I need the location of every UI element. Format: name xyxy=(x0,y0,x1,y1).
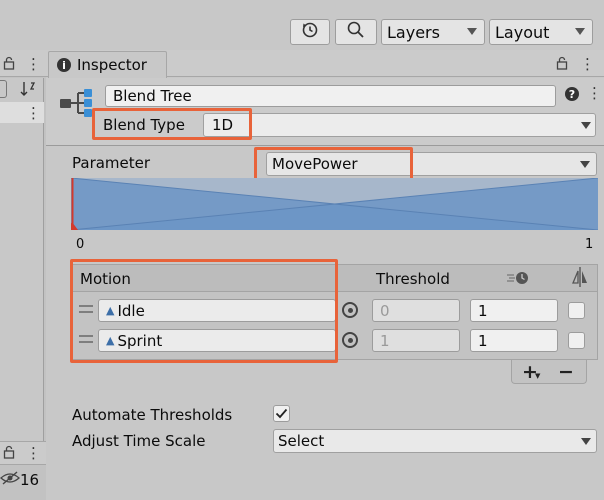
help-icon[interactable]: ? xyxy=(564,86,580,106)
motion-highlight xyxy=(70,259,338,363)
col-threshold-header: Threshold xyxy=(376,270,450,288)
menu-kebab-icon[interactable]: ⋮ xyxy=(580,55,595,73)
threshold-field[interactable]: 0 xyxy=(372,299,460,322)
remove-motion-button[interactable]: − xyxy=(558,361,574,383)
component-menu-icon[interactable]: ⋮ xyxy=(587,84,602,102)
left-panel-content xyxy=(0,78,44,448)
time-scale-field[interactable]: 1 xyxy=(470,299,558,322)
lock-icon[interactable] xyxy=(3,56,15,74)
blend-graph[interactable] xyxy=(71,178,598,230)
chevron-down-icon xyxy=(580,161,590,168)
threshold-field[interactable]: 1 xyxy=(372,329,460,352)
search-button[interactable] xyxy=(335,19,377,45)
lock-icon[interactable] xyxy=(3,445,15,463)
time-scale-icon xyxy=(506,268,532,292)
eye-hidden-icon xyxy=(0,470,20,490)
chevron-down-icon: ▼ xyxy=(535,372,541,380)
layers-dropdown[interactable]: Layers xyxy=(381,19,485,45)
collapse-handle[interactable] xyxy=(0,80,7,98)
blend-type-value: 1D xyxy=(212,116,234,134)
blend-tree-icon xyxy=(58,86,94,124)
layers-dropdown-label: Layers xyxy=(387,22,440,42)
history-icon xyxy=(301,21,319,43)
threshold-value: 0 xyxy=(380,301,390,320)
time-scale-value: 1 xyxy=(478,331,488,350)
svg-text:?: ? xyxy=(569,88,575,101)
tab-inspector-label: Inspector xyxy=(77,56,147,74)
adjust-time-scale-label: Adjust Time Scale xyxy=(72,432,206,450)
mirror-checkbox[interactable] xyxy=(568,332,585,349)
time-scale-field[interactable]: 1 xyxy=(470,329,558,352)
history-button[interactable] xyxy=(290,19,330,45)
range-min-label: 0 xyxy=(76,237,85,252)
blend-type-dropdown[interactable] xyxy=(203,113,596,137)
range-max-label: 1 xyxy=(585,237,594,252)
menu-kebab-icon[interactable]: ⋮ xyxy=(26,444,41,462)
blend-type-label: Blend Type xyxy=(103,116,185,134)
chevron-down-icon xyxy=(467,28,477,35)
automate-thresholds-checkbox[interactable] xyxy=(273,405,290,422)
select-motion-icon[interactable] xyxy=(342,332,358,348)
lock-icon[interactable] xyxy=(556,56,568,74)
sort-icon[interactable] xyxy=(18,80,38,102)
tab-inspector[interactable]: i Inspector xyxy=(48,51,167,78)
chevron-down-icon xyxy=(581,438,591,445)
adjust-time-scale-dropdown[interactable]: Select xyxy=(273,429,597,453)
search-icon xyxy=(346,20,366,44)
layout-dropdown-label: Layout xyxy=(495,22,550,42)
adjust-time-scale-value: Select xyxy=(278,432,325,450)
object-name-value: Blend Tree xyxy=(113,87,192,105)
chevron-down-icon xyxy=(575,28,585,35)
select-motion-icon[interactable] xyxy=(342,302,358,318)
chevron-down-icon xyxy=(581,122,591,129)
row-menu-icon[interactable]: ⋮ xyxy=(26,104,41,122)
object-name-field[interactable]: Blend Tree xyxy=(105,85,556,107)
time-scale-value: 1 xyxy=(478,301,488,320)
info-icon: i xyxy=(57,58,71,72)
layout-dropdown[interactable]: Layout xyxy=(489,19,593,45)
hidden-count-value: 16 xyxy=(20,471,40,489)
parameter-value: MovePower xyxy=(272,155,358,173)
menu-kebab-icon[interactable]: ⋮ xyxy=(26,55,41,73)
automate-thresholds-label: Automate Thresholds xyxy=(72,406,233,424)
checkmark-icon xyxy=(275,405,288,423)
hidden-count[interactable]: 16 xyxy=(0,470,39,490)
mirror-icon xyxy=(570,266,590,292)
mirror-checkbox[interactable] xyxy=(568,302,585,319)
threshold-value: 1 xyxy=(380,331,390,350)
parameter-label: Parameter xyxy=(72,154,151,172)
